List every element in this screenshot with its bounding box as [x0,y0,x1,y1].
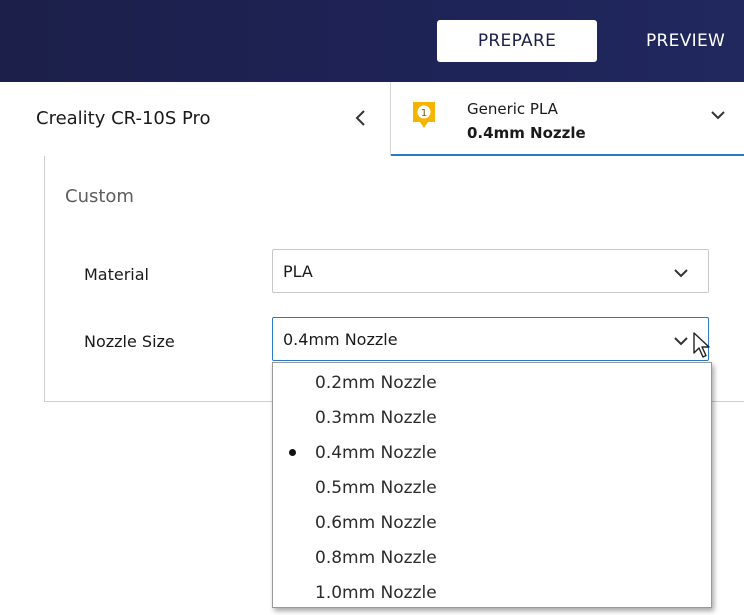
nozzle-option-label: 0.5mm Nozzle [315,478,437,498]
nozzle-option-label: 0.8mm Nozzle [315,548,437,568]
nozzle-option[interactable]: 1.0mm Nozzle [273,575,711,610]
section-title: Custom [65,186,134,207]
chevron-down-icon [670,330,692,352]
printer-header: Creality CR-10S Pro 1 Generic PLA 0.4mm … [0,82,744,157]
chevron-down-icon [707,104,729,126]
nozzle-option[interactable]: 0.8mm Nozzle [273,540,711,575]
nozzle-option-label: 1.0mm Nozzle [315,583,437,603]
tab-preview[interactable]: PREVIEW [646,20,744,62]
nozzle-size-label: Nozzle Size [84,332,175,351]
nozzle-option[interactable]: 0.3mm Nozzle [273,400,711,435]
chevron-left-icon [355,110,365,126]
selected-dot-icon [289,449,296,456]
chevron-down-icon [670,262,692,284]
extruder-number: 1 [421,108,427,119]
nozzle-size-value: 0.4mm Nozzle [283,330,398,349]
nozzle-option-label: 0.6mm Nozzle [315,513,437,533]
nozzle-option-label: 0.4mm Nozzle [315,443,437,463]
collapse-button[interactable] [346,100,376,136]
material-value: PLA [283,262,313,281]
nozzle-option[interactable]: 0.2mm Nozzle [273,365,711,400]
top-toolbar: PREPARE PREVIEW [0,0,744,82]
material-label: Material [84,265,149,284]
extruder-nozzle: 0.4mm Nozzle [467,124,586,142]
extruder-material: Generic PLA [467,100,558,118]
nozzle-option[interactable]: 0.5mm Nozzle [273,470,711,505]
extruder-badge-icon: 1 [411,100,437,132]
nozzle-option[interactable]: 0.4mm Nozzle [273,435,711,470]
nozzle-option-label: 0.3mm Nozzle [315,408,437,428]
printer-name[interactable]: Creality CR-10S Pro [36,108,211,129]
nozzle-size-select[interactable]: 0.4mm Nozzle [272,317,709,361]
tab-prepare[interactable]: PREPARE [437,20,597,62]
nozzle-size-dropdown: 0.2mm Nozzle 0.3mm Nozzle 0.4mm Nozzle 0… [272,362,712,608]
material-select[interactable]: PLA [272,249,709,293]
nozzle-option[interactable]: 0.6mm Nozzle [273,505,711,540]
extruder-selector[interactable]: 1 Generic PLA 0.4mm Nozzle [391,82,744,154]
mouse-pointer-icon [692,331,714,361]
nozzle-option-label: 0.2mm Nozzle [315,373,437,393]
